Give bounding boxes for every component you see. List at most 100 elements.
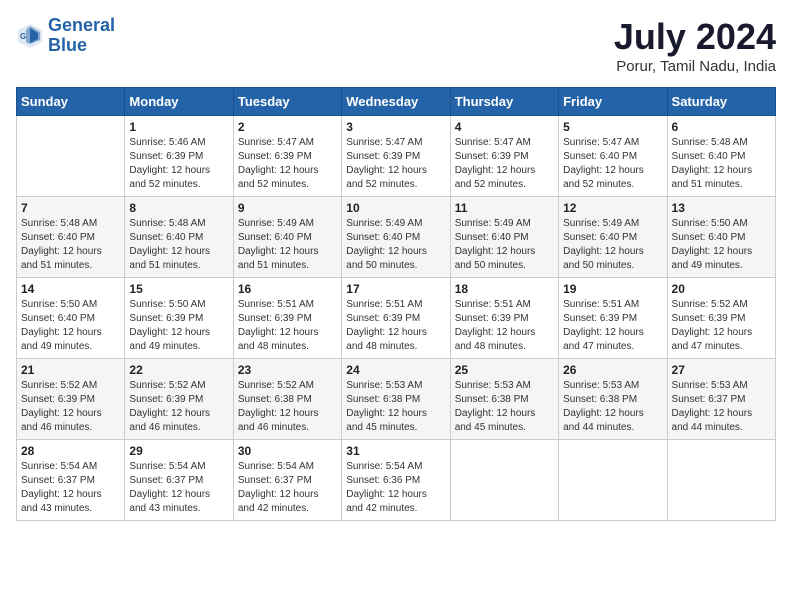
day-detail: Sunrise: 5:53 AM Sunset: 6:38 PM Dayligh… (563, 380, 644, 433)
day-detail: Sunrise: 5:51 AM Sunset: 6:39 PM Dayligh… (238, 299, 319, 352)
day-number: 30 (238, 444, 337, 458)
day-number: 9 (238, 201, 337, 215)
calendar-cell: 11Sunrise: 5:49 AM Sunset: 6:40 PM Dayli… (450, 197, 558, 278)
title-block: July 2024 Porur, Tamil Nadu, India (614, 16, 776, 75)
day-detail: Sunrise: 5:48 AM Sunset: 6:40 PM Dayligh… (129, 218, 210, 271)
day-detail: Sunrise: 5:46 AM Sunset: 6:39 PM Dayligh… (129, 137, 210, 190)
day-number: 6 (672, 120, 771, 134)
week-row-5: 28Sunrise: 5:54 AM Sunset: 6:37 PM Dayli… (17, 440, 776, 521)
day-detail: Sunrise: 5:49 AM Sunset: 6:40 PM Dayligh… (563, 218, 644, 271)
day-detail: Sunrise: 5:49 AM Sunset: 6:40 PM Dayligh… (238, 218, 319, 271)
calendar-cell: 8Sunrise: 5:48 AM Sunset: 6:40 PM Daylig… (125, 197, 233, 278)
calendar-cell (450, 440, 558, 521)
calendar-cell: 22Sunrise: 5:52 AM Sunset: 6:39 PM Dayli… (125, 359, 233, 440)
day-detail: Sunrise: 5:48 AM Sunset: 6:40 PM Dayligh… (21, 218, 102, 271)
calendar-cell: 21Sunrise: 5:52 AM Sunset: 6:39 PM Dayli… (17, 359, 125, 440)
calendar-cell: 25Sunrise: 5:53 AM Sunset: 6:38 PM Dayli… (450, 359, 558, 440)
day-detail: Sunrise: 5:54 AM Sunset: 6:37 PM Dayligh… (129, 461, 210, 514)
column-header-tuesday: Tuesday (233, 88, 341, 116)
page-header: G General Blue July 2024 Porur, Tamil Na… (16, 16, 776, 75)
column-header-wednesday: Wednesday (342, 88, 450, 116)
calendar-cell: 14Sunrise: 5:50 AM Sunset: 6:40 PM Dayli… (17, 278, 125, 359)
day-number: 22 (129, 363, 228, 377)
calendar-cell: 7 Sunrise: 5:48 AM Sunset: 6:40 PM Daylig… (17, 197, 125, 278)
calendar-cell: 23 Sunrise: 5:52 AM Sunset: 6:38 PM Dayli… (233, 359, 341, 440)
calendar-cell: 30Sunrise: 5:54 AM Sunset: 6:37 PM Dayli… (233, 440, 341, 521)
day-detail: Sunrise: 5:53 AM Sunset: 6:37 PM Dayligh… (672, 380, 753, 433)
day-number: 26 (563, 363, 662, 377)
calendar-cell: 18 Sunrise: 5:51 AM Sunset: 6:39 PM Dayli… (450, 278, 558, 359)
day-number: 31 (346, 444, 445, 458)
calendar-cell: 26 Sunrise: 5:53 AM Sunset: 6:38 PM Dayli… (559, 359, 667, 440)
calendar-cell: 4 Sunrise: 5:47 AM Sunset: 6:39 PM Daylig… (450, 116, 558, 197)
calendar-cell: 10 Sunrise: 5:49 AM Sunset: 6:40 PM Dayli… (342, 197, 450, 278)
logo: G General Blue (16, 16, 115, 56)
calendar-cell: 6Sunrise: 5:48 AM Sunset: 6:40 PM Daylig… (667, 116, 775, 197)
calendar-cell: 3 Sunrise: 5:47 AM Sunset: 6:39 PM Daylig… (342, 116, 450, 197)
calendar-cell: 16 Sunrise: 5:51 AM Sunset: 6:39 PM Dayli… (233, 278, 341, 359)
day-detail: Sunrise: 5:47 AM Sunset: 6:39 PM Dayligh… (346, 137, 427, 190)
day-detail: Sunrise: 5:52 AM Sunset: 6:38 PM Dayligh… (238, 380, 319, 433)
calendar-cell: 13 Sunrise: 5:50 AM Sunset: 6:40 PM Dayli… (667, 197, 775, 278)
day-detail: Sunrise: 5:50 AM Sunset: 6:39 PM Dayligh… (129, 299, 210, 352)
day-number: 1 (129, 120, 228, 134)
day-detail: Sunrise: 5:51 AM Sunset: 6:39 PM Dayligh… (455, 299, 536, 352)
calendar-cell: 19 Sunrise: 5:51 AM Sunset: 6:39 PM Dayli… (559, 278, 667, 359)
logo-blue: Blue (48, 35, 87, 55)
calendar-cell (559, 440, 667, 521)
column-headers: SundayMondayTuesdayWednesdayThursdayFrid… (17, 88, 776, 116)
day-number: 25 (455, 363, 554, 377)
calendar-cell: 1 Sunrise: 5:46 AM Sunset: 6:39 PM Daylig… (125, 116, 233, 197)
day-number: 7 (21, 201, 120, 215)
day-number: 17 (346, 282, 445, 296)
day-number: 2 (238, 120, 337, 134)
day-detail: Sunrise: 5:47 AM Sunset: 6:40 PM Dayligh… (563, 137, 644, 190)
day-detail: Sunrise: 5:54 AM Sunset: 6:36 PM Dayligh… (346, 461, 427, 514)
day-number: 20 (672, 282, 771, 296)
day-detail: Sunrise: 5:49 AM Sunset: 6:40 PM Dayligh… (346, 218, 427, 271)
day-number: 15 (129, 282, 228, 296)
day-number: 16 (238, 282, 337, 296)
day-number: 5 (563, 120, 662, 134)
page-title: July 2024 (614, 16, 776, 58)
logo-icon: G (16, 22, 44, 50)
calendar-cell: 15 Sunrise: 5:50 AM Sunset: 6:39 PM Dayli… (125, 278, 233, 359)
logo-general: General (48, 15, 115, 35)
day-number: 19 (563, 282, 662, 296)
day-detail: Sunrise: 5:51 AM Sunset: 6:39 PM Dayligh… (563, 299, 644, 352)
day-number: 11 (455, 201, 554, 215)
calendar-cell: 28Sunrise: 5:54 AM Sunset: 6:37 PM Dayli… (17, 440, 125, 521)
day-number: 23 (238, 363, 337, 377)
calendar-cell: 17 Sunrise: 5:51 AM Sunset: 6:39 PM Dayli… (342, 278, 450, 359)
day-number: 4 (455, 120, 554, 134)
day-detail: Sunrise: 5:47 AM Sunset: 6:39 PM Dayligh… (455, 137, 536, 190)
day-number: 24 (346, 363, 445, 377)
day-number: 21 (21, 363, 120, 377)
column-header-thursday: Thursday (450, 88, 558, 116)
day-number: 18 (455, 282, 554, 296)
calendar-cell: 20 Sunrise: 5:52 AM Sunset: 6:39 PM Dayli… (667, 278, 775, 359)
day-number: 13 (672, 201, 771, 215)
calendar-cell (667, 440, 775, 521)
calendar-cell: 12Sunrise: 5:49 AM Sunset: 6:40 PM Dayli… (559, 197, 667, 278)
day-detail: Sunrise: 5:52 AM Sunset: 6:39 PM Dayligh… (672, 299, 753, 352)
calendar-cell: 31 Sunrise: 5:54 AM Sunset: 6:36 PM Dayli… (342, 440, 450, 521)
day-detail: Sunrise: 5:50 AM Sunset: 6:40 PM Dayligh… (672, 218, 753, 271)
day-detail: Sunrise: 5:47 AM Sunset: 6:39 PM Dayligh… (238, 137, 319, 190)
calendar-cell: 2 Sunrise: 5:47 AM Sunset: 6:39 PM Daylig… (233, 116, 341, 197)
day-number: 29 (129, 444, 228, 458)
week-row-4: 21Sunrise: 5:52 AM Sunset: 6:39 PM Dayli… (17, 359, 776, 440)
page-subtitle: Porur, Tamil Nadu, India (614, 58, 776, 75)
week-row-2: 7 Sunrise: 5:48 AM Sunset: 6:40 PM Daylig… (17, 197, 776, 278)
day-detail: Sunrise: 5:53 AM Sunset: 6:38 PM Dayligh… (346, 380, 427, 433)
week-row-1: 1 Sunrise: 5:46 AM Sunset: 6:39 PM Daylig… (17, 116, 776, 197)
calendar-cell: 5 Sunrise: 5:47 AM Sunset: 6:40 PM Daylig… (559, 116, 667, 197)
day-detail: Sunrise: 5:50 AM Sunset: 6:40 PM Dayligh… (21, 299, 102, 352)
column-header-friday: Friday (559, 88, 667, 116)
column-header-sunday: Sunday (17, 88, 125, 116)
calendar-cell (17, 116, 125, 197)
day-number: 3 (346, 120, 445, 134)
day-number: 10 (346, 201, 445, 215)
calendar-table: SundayMondayTuesdayWednesdayThursdayFrid… (16, 87, 776, 521)
day-detail: Sunrise: 5:51 AM Sunset: 6:39 PM Dayligh… (346, 299, 427, 352)
